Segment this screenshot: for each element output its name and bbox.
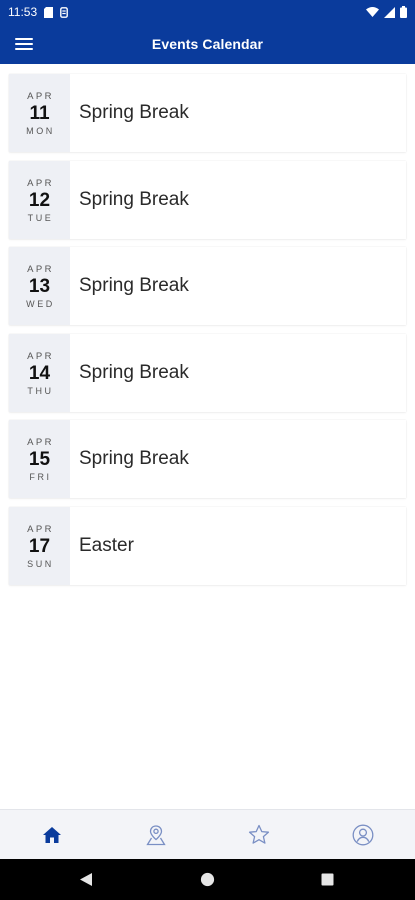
event-title: Easter [79, 535, 134, 556]
date-block: APR 15 FRI [9, 420, 70, 498]
event-title: Spring Break [79, 102, 189, 123]
system-nav-bar [0, 859, 415, 900]
event-title: Spring Break [79, 448, 189, 469]
date-block: APR 14 THU [9, 334, 70, 412]
event-month: APR [27, 523, 54, 535]
event-title: Spring Break [79, 362, 189, 383]
page-title: Events Calendar [151, 36, 264, 52]
event-weekday: WED [26, 298, 55, 309]
event-title: Spring Break [79, 275, 189, 296]
event-card[interactable]: APR 11 MON Spring Break [9, 74, 406, 152]
profile-icon[interactable] [333, 810, 393, 860]
event-day: 14 [28, 362, 51, 384]
event-weekday: THU [27, 385, 54, 396]
event-weekday: FRI [29, 471, 52, 482]
date-block: APR 11 MON [9, 74, 70, 152]
date-block: APR 12 TUE [9, 161, 70, 239]
event-card[interactable]: APR 14 THU Spring Break [9, 334, 406, 412]
event-card[interactable]: APR 17 SUN Easter [9, 507, 406, 585]
recents-icon[interactable] [321, 873, 334, 886]
event-card[interactable]: APR 12 TUE Spring Break [9, 161, 406, 239]
battery-icon [400, 6, 407, 18]
bottom-nav [0, 809, 415, 859]
event-month: APR [27, 263, 54, 275]
event-weekday: TUE [27, 212, 54, 223]
signal-icon [384, 6, 395, 18]
event-day: 12 [28, 189, 51, 211]
home-icon[interactable] [22, 810, 82, 860]
date-block: APR 13 WED [9, 247, 70, 325]
status-bar: 11:53 [0, 0, 415, 24]
event-weekday: MON [26, 125, 55, 136]
event-day: 13 [28, 275, 51, 297]
notification-icon [60, 6, 69, 18]
event-month: APR [27, 436, 54, 448]
screen: 11:53 Events Calendar APR 11 MON Spring … [0, 0, 415, 900]
date-block: APR 17 SUN [9, 507, 70, 585]
event-month: APR [27, 350, 54, 362]
status-time: 11:53 [8, 5, 38, 19]
event-day: 17 [28, 535, 51, 557]
location-icon[interactable] [126, 810, 186, 860]
event-card[interactable]: APR 15 FRI Spring Break [9, 420, 406, 498]
event-month: APR [27, 90, 54, 102]
app-bar: Events Calendar [0, 24, 415, 64]
event-card[interactable]: APR 13 WED Spring Break [9, 247, 406, 325]
event-day: 11 [29, 102, 50, 124]
hamburger-menu-icon[interactable] [15, 34, 35, 54]
event-title: Spring Break [79, 189, 189, 210]
back-icon[interactable] [79, 872, 93, 887]
star-icon[interactable] [229, 810, 289, 860]
event-day: 15 [28, 448, 51, 470]
wifi-icon [366, 7, 379, 17]
home-circle-icon[interactable] [200, 872, 215, 887]
sd-card-icon [44, 6, 54, 18]
event-month: APR [27, 177, 54, 189]
event-weekday: SUN [27, 558, 54, 569]
